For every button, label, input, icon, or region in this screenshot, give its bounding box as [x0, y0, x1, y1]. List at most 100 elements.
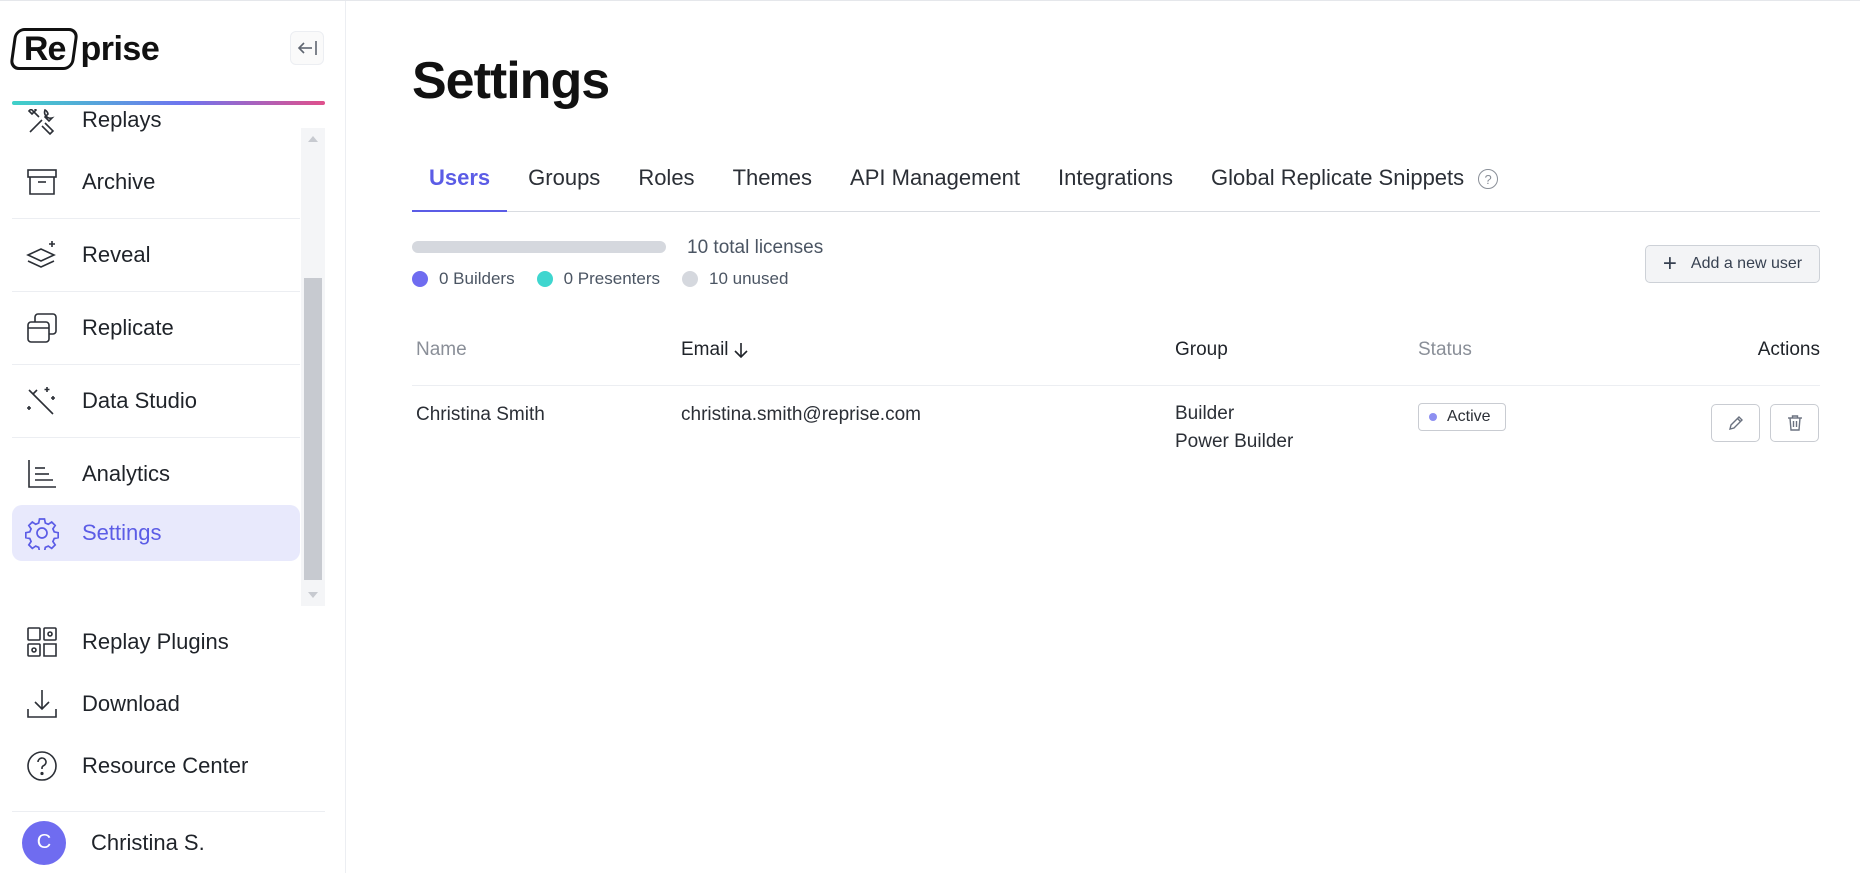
logo-mark: Re [9, 28, 80, 70]
status-dot [1429, 413, 1437, 421]
sidebar-scrollbar[interactable] [301, 128, 325, 606]
license-legend: 0 Builders 0 Presenters 10 unused [412, 269, 810, 289]
legend-presenters: 0 Presenters [536, 269, 660, 289]
legend-label: 10 unused [709, 269, 789, 288]
tab-roles[interactable]: Roles [621, 159, 711, 212]
sidebar-item-label: Analytics [82, 461, 171, 486]
trash-icon [1787, 415, 1802, 431]
collapse-sidebar-button[interactable] [290, 31, 324, 65]
sidebar-item-label: Download [82, 691, 180, 716]
sidebar-item-replays[interactable]: Replays [12, 109, 300, 151]
download-icon [24, 686, 60, 722]
delete-user-button[interactable] [1770, 404, 1819, 442]
sidebar-item-label: Replay Plugins [82, 629, 229, 654]
users-table: Name Email Group Status Actions Christin… [412, 326, 1820, 466]
tab-api-management[interactable]: API Management [833, 159, 1037, 212]
legend-dot [412, 271, 428, 287]
plus-icon: + [1662, 250, 1677, 277]
help-circle-icon [24, 748, 60, 784]
magic-wand-icon [24, 383, 60, 419]
column-header-email[interactable]: Email [681, 339, 749, 361]
sidebar-bottom-nav: Replay Plugins Download Resource Center [12, 611, 325, 797]
pencil-icon [1728, 416, 1743, 430]
tools-icon [24, 109, 60, 138]
collapse-left-icon [297, 41, 317, 55]
archive-icon [24, 164, 60, 200]
sidebar-item-label: Data Studio [82, 388, 197, 413]
settings-tabs: Users Groups Roles Themes API Management… [412, 159, 1820, 212]
user-name-cell: Christina Smith [416, 404, 545, 425]
scroll-up-arrow[interactable] [308, 136, 318, 142]
tab-label: Global Replicate Snippets [1211, 165, 1465, 190]
windows-icon [24, 310, 60, 346]
nav-divider [12, 364, 300, 365]
table-header: Name Email Group Status Actions [412, 326, 1820, 386]
nav-divider [12, 291, 300, 292]
tab-groups[interactable]: Groups [511, 159, 617, 212]
tab-integrations[interactable]: Integrations [1041, 159, 1190, 212]
sidebar-item-settings[interactable]: Settings [12, 505, 300, 561]
sidebar-item-data-studio[interactable]: Data Studio [12, 370, 300, 432]
scroll-thumb[interactable] [304, 278, 322, 580]
legend-unused: 10 unused [682, 269, 788, 289]
legend-builders: 0 Builders [412, 269, 515, 289]
license-usage-bar [412, 241, 666, 253]
avatar: C [22, 820, 66, 865]
sidebar-item-label: Replicate [82, 315, 174, 340]
sidebar-item-label: Archive [82, 169, 156, 194]
user-email-cell: christina.smith@reprise.com [681, 404, 921, 425]
edit-user-button[interactable] [1711, 404, 1760, 442]
gear-icon [24, 515, 60, 551]
sidebar-item-resource-center[interactable]: Resource Center [12, 735, 325, 797]
sidebar-item-replay-plugins[interactable]: Replay Plugins [12, 611, 325, 673]
sidebar-item-label: Resource Center [82, 753, 249, 778]
sidebar-item-label: Replays [82, 109, 162, 132]
status-label: Active [1447, 408, 1491, 425]
nav-divider [12, 218, 300, 219]
sidebar: Re prise Replays Archive Reveal Replicat… [0, 1, 346, 873]
sidebar-item-reveal[interactable]: Reveal [12, 224, 300, 286]
sidebar-item-label: Settings [82, 520, 162, 545]
group-name: Power Builder [1175, 431, 1294, 452]
tab-themes[interactable]: Themes [716, 159, 829, 212]
reprise-logo[interactable]: Re prise [9, 25, 160, 73]
group-name: Builder [1175, 403, 1235, 424]
user-profile-menu[interactable]: C Christina S. [12, 811, 325, 873]
layers-sparkle-icon [24, 237, 60, 273]
column-header-group[interactable]: Group [1175, 339, 1228, 361]
sidebar-item-analytics[interactable]: Analytics [12, 443, 300, 505]
column-header-actions: Actions [1757, 339, 1820, 360]
column-header-status[interactable]: Status [1418, 339, 1472, 361]
page-title: Settings [412, 52, 610, 110]
logo-text: prise [80, 29, 160, 68]
nav-divider [12, 437, 300, 438]
status-badge: Active [1418, 403, 1506, 431]
status-cell: Active [1418, 403, 1506, 431]
logo-boxed-text: Re [24, 29, 66, 68]
sidebar-item-download[interactable]: Download [12, 673, 325, 735]
help-icon[interactable]: ? [1478, 169, 1499, 189]
sidebar-item-label: Reveal [82, 242, 151, 267]
legend-label: 0 Presenters [563, 269, 660, 288]
sidebar-nav: Replays Archive Reveal Replicate Data St… [12, 109, 325, 607]
license-total: 10 total licenses [687, 237, 824, 258]
sort-descending-icon [733, 343, 748, 359]
tab-global-replicate-snippets[interactable]: Global Replicate Snippets ? [1194, 159, 1515, 212]
sidebar-item-replicate[interactable]: Replicate [12, 297, 300, 359]
brand-gradient-divider [12, 101, 325, 105]
sidebar-item-archive[interactable]: Archive [12, 151, 300, 213]
table-row: Christina Smith christina.smith@reprise.… [412, 386, 1820, 466]
bar-chart-icon [24, 456, 60, 492]
user-name: Christina S. [91, 829, 205, 855]
column-header-name[interactable]: Name [416, 339, 467, 361]
tab-users[interactable]: Users [412, 159, 508, 212]
user-groups-cell: Builder Power Builder [1175, 400, 1293, 456]
puzzle-icon [24, 624, 60, 660]
legend-dot [682, 271, 698, 287]
add-user-label: Add a new user [1690, 255, 1803, 272]
legend-dot [536, 271, 553, 287]
add-user-button[interactable]: + Add a new user [1645, 245, 1820, 283]
column-header-label: Email [681, 339, 729, 360]
scroll-down-arrow[interactable] [308, 592, 318, 598]
legend-label: 0 Builders [439, 269, 515, 288]
